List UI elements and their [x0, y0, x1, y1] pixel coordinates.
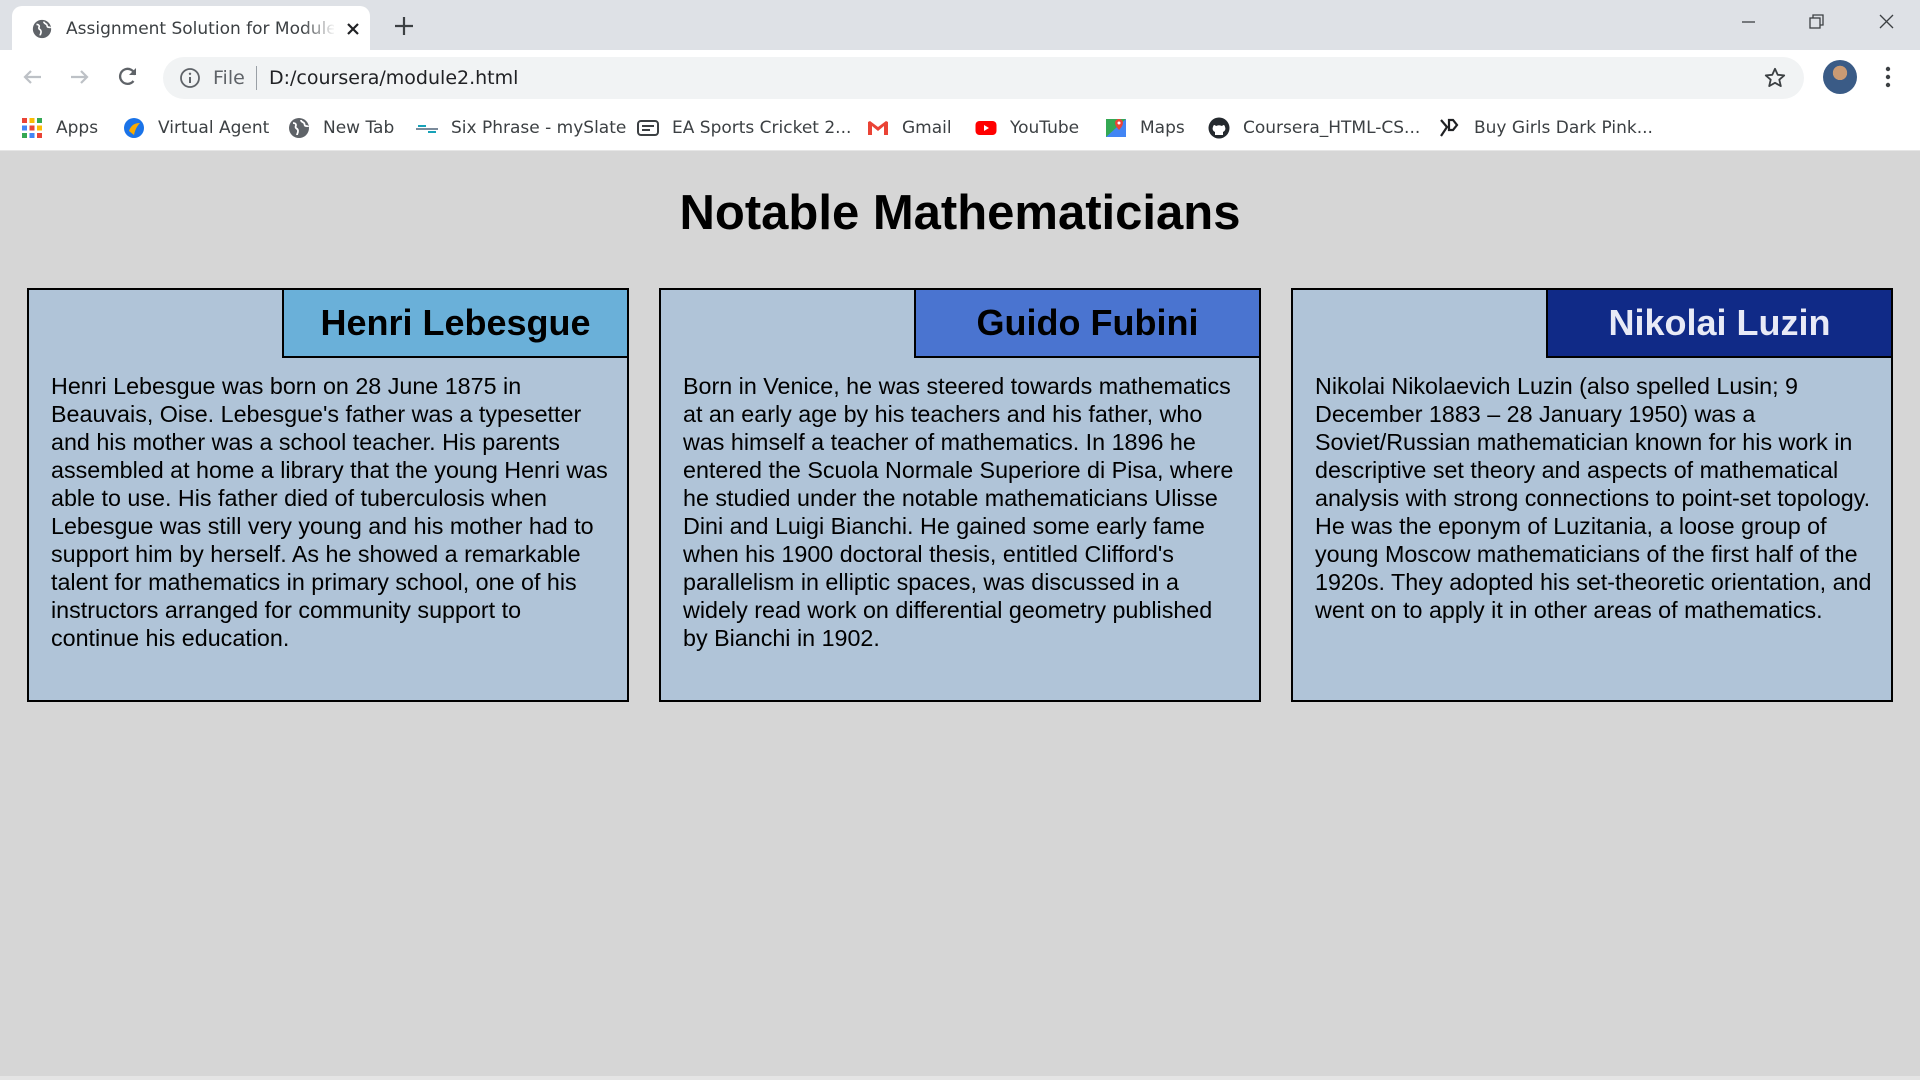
- card-header: Henri Lebesgue: [282, 288, 629, 358]
- profile-avatar[interactable]: [1823, 60, 1857, 94]
- bookmark-coursera-github[interactable]: Coursera_HTML-CS...: [1207, 113, 1420, 143]
- minimize-icon[interactable]: [1728, 8, 1768, 36]
- mathematician-card: Henri Lebesgue Henri Lebesgue was born o…: [27, 288, 629, 702]
- globe-icon: [289, 118, 309, 138]
- more-menu-icon[interactable]: [1876, 64, 1900, 90]
- back-arrow-icon[interactable]: [18, 63, 46, 91]
- mathematician-card: Nikolai Luzin Nikolai Nikolaevich Luzin …: [1291, 288, 1893, 702]
- browser-toolbar: File D:/coursera/module2.html: [0, 50, 1920, 105]
- card-header: Guido Fubini: [914, 288, 1261, 358]
- page-viewport: Notable Mathematicians Henri Lebesgue He…: [0, 152, 1920, 1080]
- bookmark-label: Buy Girls Dark Pink...: [1474, 118, 1653, 138]
- apps-grid-icon: [22, 118, 42, 138]
- window-close-icon[interactable]: [1866, 8, 1906, 36]
- ea-sports-icon: [637, 120, 659, 136]
- reload-icon[interactable]: [114, 63, 142, 91]
- forward-arrow-icon[interactable]: [66, 63, 94, 91]
- bookmark-label: YouTube: [1010, 118, 1080, 138]
- card-text: Henri Lebesgue was born on 28 June 1875 …: [51, 373, 608, 651]
- bookmark-label: Six Phrase - mySlate: [451, 118, 627, 138]
- bookmark-label: Apps: [56, 118, 99, 138]
- browser-tab[interactable]: Assignment Solution for Module 2: [12, 6, 370, 50]
- bookmark-apps[interactable]: Apps: [20, 113, 98, 143]
- shop-icon: [1440, 118, 1459, 137]
- bookmarks-bar: Apps Virtual Agent New Tab Six Phrase - …: [0, 105, 1920, 151]
- card-text: Nikolai Nikolaevich Luzin (also spelled …: [1315, 373, 1872, 623]
- maps-icon: [1106, 119, 1126, 137]
- url-text[interactable]: D:/coursera/module2.html: [269, 67, 518, 89]
- bookmark-label: EA Sports Cricket 2...: [672, 118, 852, 138]
- six-phrase-icon: [416, 125, 438, 133]
- card-header: Nikolai Luzin: [1546, 288, 1893, 358]
- tab-strip: Assignment Solution for Module 2: [0, 0, 1920, 50]
- page-title: Notable Mathematicians: [679, 186, 1241, 240]
- bookmark-youtube[interactable]: YouTube: [974, 113, 1079, 143]
- bookmark-ea-sports[interactable]: EA Sports Cricket 2...: [636, 113, 851, 143]
- virtual-agent-icon: [124, 118, 144, 138]
- github-icon: [1208, 117, 1230, 139]
- bookmark-gmail[interactable]: Gmail: [866, 113, 952, 143]
- bookmark-new-tab[interactable]: New Tab: [287, 113, 394, 143]
- new-tab-icon[interactable]: [392, 14, 416, 38]
- card-text: Born in Venice, he was steered towards m…: [683, 373, 1234, 651]
- address-bar[interactable]: File D:/coursera/module2.html: [163, 57, 1804, 99]
- bookmark-star-icon[interactable]: [1763, 66, 1787, 90]
- bookmark-label: Coursera_HTML-CS...: [1243, 118, 1421, 138]
- bookmark-virtual-agent[interactable]: Virtual Agent: [122, 113, 269, 143]
- bookmark-label: Virtual Agent: [158, 118, 270, 138]
- bookmark-shop[interactable]: Buy Girls Dark Pink...: [1438, 113, 1653, 143]
- mathematician-card: Guido Fubini Born in Venice, he was stee…: [659, 288, 1261, 702]
- info-icon[interactable]: [179, 67, 201, 89]
- globe-icon: [32, 19, 52, 39]
- horizontal-scrollbar[interactable]: [0, 1076, 1920, 1080]
- tab-title: Assignment Solution for Module 2: [66, 19, 334, 39]
- url-divider: [256, 66, 257, 90]
- close-tab-icon[interactable]: [342, 18, 364, 40]
- gmail-icon: [868, 121, 888, 135]
- youtube-icon: [975, 121, 997, 135]
- url-scheme-label: File: [213, 67, 245, 89]
- bookmark-six-phrase[interactable]: Six Phrase - mySlate: [415, 113, 626, 143]
- bookmark-label: Gmail: [902, 118, 952, 138]
- restore-icon[interactable]: [1796, 8, 1836, 36]
- bookmark-maps[interactable]: Maps: [1104, 113, 1185, 143]
- bookmark-label: New Tab: [323, 118, 395, 138]
- bookmark-label: Maps: [1140, 118, 1185, 138]
